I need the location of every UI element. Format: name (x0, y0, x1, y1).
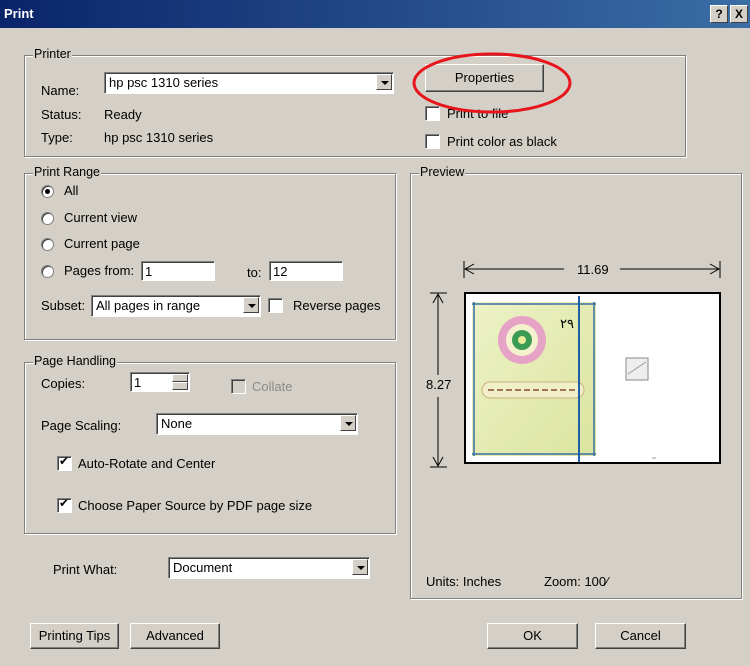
print-color-black-label: Print color as black (447, 134, 557, 149)
copies-label: Copies: (41, 376, 86, 391)
print-what-value: Document (173, 560, 233, 575)
title-bar: Print ? X (0, 0, 750, 28)
printer-name-value: hp psc 1310 series (109, 75, 219, 90)
chevron-down-icon[interactable] (376, 74, 392, 90)
close-button[interactable]: X (730, 5, 748, 23)
printer-name-label: Name: (41, 83, 80, 98)
units-label: Units: Inches (426, 574, 502, 589)
pages-to-input[interactable]: 12 (269, 261, 343, 281)
page-number: ۲۹ (560, 316, 574, 331)
collate-checkbox[interactable] (231, 379, 246, 394)
height-value: 8.27 (426, 377, 452, 392)
reverse-pages-label: Reverse pages (293, 298, 381, 313)
copies-value: 1 (134, 375, 142, 390)
subset-value: All pages in range (96, 298, 201, 313)
help-button[interactable]: ? (710, 5, 728, 23)
page-thumbnail (472, 296, 656, 462)
preview-page: ۲۹ (464, 292, 721, 464)
print-range-legend: Print Range (33, 165, 102, 179)
paper-source-label: Choose Paper Source by PDF page size (78, 498, 313, 513)
type-label: Type: (41, 130, 73, 145)
width-value: 11.69 (577, 262, 609, 277)
range-all-radio[interactable] (41, 185, 54, 198)
print-dialog: Print ? X Printer Name: hp psc 1310 seri… (0, 0, 750, 666)
auto-rotate-checkbox[interactable] (57, 454, 72, 471)
print-what-label: Print What: (53, 562, 118, 577)
pages-to-value: 12 (273, 264, 288, 279)
preview-legend: Preview (419, 165, 466, 179)
copies-input[interactable]: 1 (130, 372, 190, 392)
range-all-label: All (64, 183, 79, 198)
page-scaling-value: None (161, 416, 193, 431)
print-what-select[interactable]: Document (168, 557, 370, 579)
range-current-view-radio[interactable] (41, 212, 54, 225)
chevron-down-icon[interactable] (340, 415, 356, 431)
copies-spinner[interactable] (172, 374, 188, 390)
status-value: Ready (104, 107, 142, 122)
auto-rotate-label: Auto-Rotate and Center (78, 456, 216, 471)
annotation-circle (412, 52, 572, 114)
page-scaling-select[interactable]: None (156, 413, 358, 435)
page-handling-legend: Page Handling (33, 354, 118, 368)
reverse-pages-checkbox[interactable] (268, 298, 283, 313)
type-value: hp psc 1310 series (104, 130, 214, 145)
range-current-page-label: Current page (64, 236, 140, 251)
print-color-black-checkbox[interactable] (425, 134, 440, 149)
printer-legend: Printer (33, 47, 72, 61)
zoom-label: Zoom: 100⁄ (544, 574, 609, 589)
pages-from-label: Pages from: (64, 263, 135, 278)
collate-label: Collate (252, 379, 293, 394)
subset-label: Subset: (41, 298, 86, 313)
paper-source-checkbox[interactable] (57, 496, 72, 513)
cancel-button[interactable]: Cancel (595, 623, 686, 649)
advanced-button[interactable]: Advanced (130, 623, 220, 649)
range-current-page-radio[interactable] (41, 238, 54, 251)
window-title: Print (4, 6, 34, 21)
subset-select[interactable]: All pages in range (91, 295, 261, 317)
printer-name-select[interactable]: hp psc 1310 series (104, 72, 394, 94)
chevron-down-icon[interactable] (243, 297, 259, 313)
chevron-down-icon[interactable] (352, 559, 368, 575)
pages-from-value: 1 (145, 264, 153, 279)
page-scaling-label: Page Scaling: (41, 418, 122, 433)
range-current-view-label: Current view (64, 210, 137, 225)
status-label: Status: (41, 107, 82, 122)
ok-button[interactable]: OK (487, 623, 578, 649)
pages-from-input[interactable]: 1 (141, 261, 215, 281)
printing-tips-button[interactable]: Printing Tips (30, 623, 119, 649)
range-pages-radio[interactable] (41, 265, 54, 278)
pages-to-label: to: (247, 265, 262, 280)
